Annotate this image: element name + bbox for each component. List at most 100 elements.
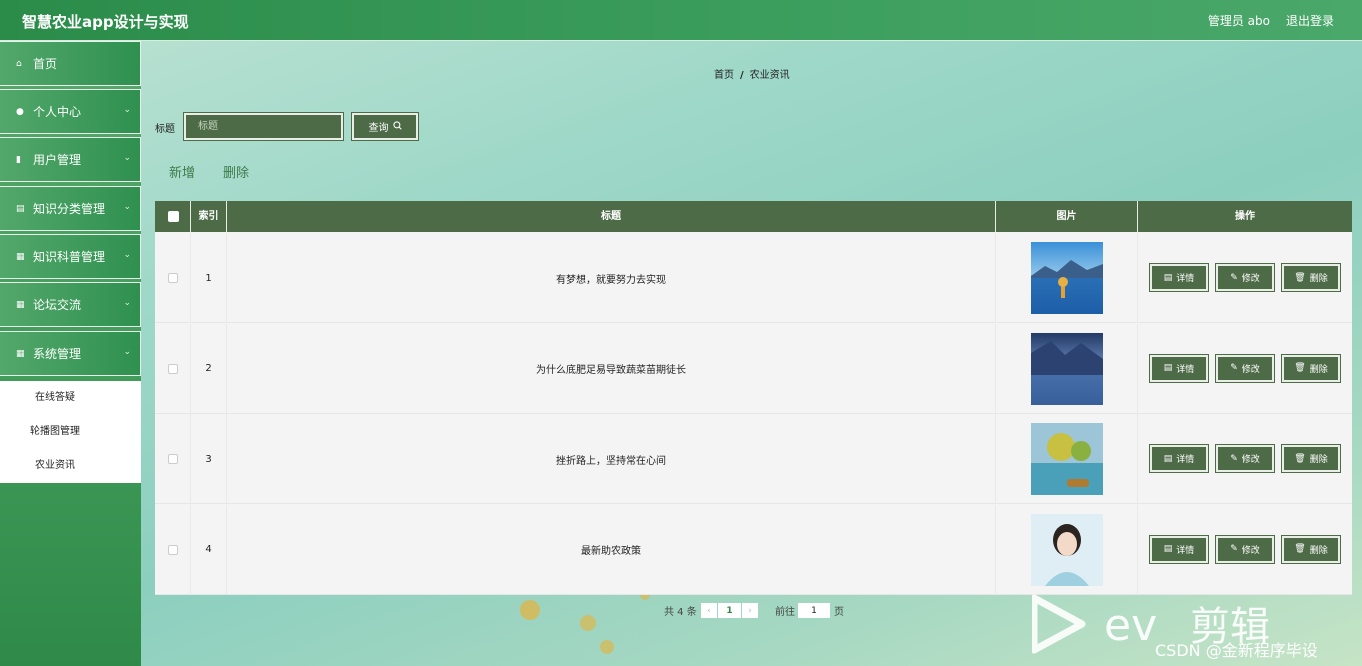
edit-button[interactable]: ✎ 修改	[1215, 353, 1275, 383]
select-all-checkbox[interactable]	[168, 211, 179, 222]
row-actions-cell: ▤ 详情 ✎ 修改 🗑 删除	[1138, 414, 1352, 504]
row-index: 3	[191, 414, 227, 504]
delete-label: 删除	[1309, 364, 1328, 375]
delete-button[interactable]: 🗑 删除	[1281, 444, 1341, 473]
prev-page-button[interactable]: ‹	[701, 603, 717, 618]
detail-button[interactable]: ▤ 详情	[1149, 263, 1209, 292]
document-icon: ▤	[1163, 272, 1173, 283]
chevron-right-icon: ›	[748, 605, 752, 616]
delete-button[interactable]: 🗑 删除	[1281, 534, 1341, 564]
clipboard-icon: ▤	[16, 203, 25, 214]
user-icon: ●	[16, 106, 24, 117]
sidebar-item-3[interactable]: ▤ 知识分类管理 ⌄	[0, 186, 141, 231]
detail-label: 详情	[1176, 455, 1195, 465]
header-select-cell	[155, 201, 191, 232]
sidebar-item-label: 用户管理	[33, 153, 82, 167]
trash-icon: 🗑	[1294, 544, 1306, 554]
pagination-total: 共 4 条	[664, 607, 697, 618]
row-select-cell	[155, 233, 191, 323]
sidebar-item-6[interactable]: ▦ 系统管理 ⌄	[0, 331, 141, 376]
row-index: 1	[191, 233, 227, 323]
search-label: 标题	[155, 124, 175, 135]
chevron-left-icon: ‹	[707, 605, 711, 616]
document-icon: ▤	[1163, 453, 1173, 464]
apps-icon: ▦	[16, 348, 25, 359]
edit-label: 修改	[1241, 364, 1260, 375]
grid-icon: ▦	[16, 251, 25, 262]
header-actions: 操作	[1235, 211, 1255, 222]
row-checkbox[interactable]	[167, 363, 178, 374]
sidebar-item-0[interactable]: ⌂ 首页	[0, 41, 141, 86]
row-index: 2	[191, 323, 227, 414]
delete-label: 删除	[1309, 274, 1328, 284]
row-image	[996, 323, 1138, 414]
row-select-cell	[155, 504, 191, 595]
table-row: 4 最新助农政策 ▤ 详情 ✎ 修改 🗑 删除	[155, 504, 1352, 595]
detail-label: 详情	[1176, 274, 1195, 284]
sidebar-item-1[interactable]: ● 个人中心 ⌄	[0, 89, 141, 134]
sidebar-item-label: 个人中心	[33, 105, 82, 119]
delete-button[interactable]: 🗑 删除	[1281, 353, 1341, 383]
edit-icon: ✎	[1230, 544, 1238, 554]
submenu-item-qa[interactable]: 在线答疑	[0, 383, 141, 413]
row-actions-cell: ▤ 详情 ✎ 修改 🗑 删除	[1138, 505, 1352, 595]
header-index: 索引	[191, 201, 227, 232]
table-header: 索引 标题 图片 操作	[155, 201, 1352, 232]
search-input[interactable]	[183, 112, 344, 141]
submenu-item-carousel[interactable]: 轮播图管理	[0, 417, 141, 447]
chevron-down-icon: ⌄	[123, 347, 131, 357]
query-button-label: 查询	[368, 123, 389, 134]
detail-label: 详情	[1176, 364, 1195, 375]
edit-button[interactable]: ✎ 修改	[1215, 263, 1275, 292]
goto-label: 前往	[775, 607, 795, 618]
chevron-down-icon: ⌄	[123, 105, 131, 115]
sidebar-item-2[interactable]: ▮ 用户管理 ⌄	[0, 137, 141, 182]
detail-button[interactable]: ▤ 详情	[1149, 353, 1209, 383]
submenu-item-news[interactable]: 农业资讯	[0, 451, 141, 481]
add-button[interactable]: 新增	[169, 162, 195, 181]
sidebar-item-5[interactable]: ▦ 论坛交流 ⌄	[0, 282, 141, 327]
row-checkbox[interactable]	[167, 454, 178, 464]
user-manage-icon: ▮	[16, 154, 21, 165]
bulk-delete-button[interactable]: 删除	[223, 162, 249, 181]
detail-button[interactable]: ▤ 详情	[1149, 444, 1209, 473]
data-table: 索引 标题 图片 操作 1 有梦想，就要努力去实现 ▤ 详情 ✎ 修改 🗑 删除 2 为什么底肥足…	[155, 201, 1352, 595]
document-icon: ▤	[1163, 544, 1173, 554]
edit-button[interactable]: ✎ 修改	[1215, 444, 1275, 473]
detail-button[interactable]: ▤ 详情	[1149, 534, 1209, 564]
table-row: 3 挫折路上，坚持常在心间 ▤ 详情 ✎ 修改 🗑 删除	[155, 414, 1352, 504]
sidebar-item-label: 论坛交流	[33, 298, 82, 312]
logout-link[interactable]: 退出登录	[1286, 12, 1334, 29]
grid-icon: ▦	[16, 299, 25, 310]
delete-label: 删除	[1309, 545, 1328, 556]
row-title: 最新助农政策	[227, 504, 996, 595]
edit-label: 修改	[1241, 545, 1260, 556]
row-title: 挫折路上，坚持常在心间	[227, 414, 996, 504]
row-checkbox[interactable]	[167, 544, 178, 555]
home-icon: ⌂	[16, 58, 22, 69]
row-image	[996, 233, 1138, 323]
sidebar-item-4[interactable]: ▦ 知识科普管理 ⌄	[0, 234, 141, 279]
edit-label: 修改	[1241, 274, 1260, 284]
row-checkbox[interactable]	[167, 273, 178, 283]
edit-label: 修改	[1241, 455, 1260, 465]
header-image: 图片	[996, 201, 1138, 232]
next-page-button[interactable]: ›	[742, 603, 758, 618]
search-icon	[392, 120, 402, 133]
table-row: 2 为什么底肥足易导致蔬菜苗期徒长 ▤ 详情 ✎ 修改 🗑 删除	[155, 323, 1352, 414]
app-title: 智慧农业app设计与实现	[22, 13, 189, 31]
breadcrumb-home[interactable]: 首页	[714, 70, 734, 81]
sidebar-item-label: 系统管理	[33, 347, 82, 361]
row-index: 4	[191, 504, 227, 595]
delete-label: 删除	[1309, 455, 1328, 465]
edit-icon: ✎	[1230, 363, 1238, 373]
page-suffix: 页	[834, 607, 844, 618]
edit-button[interactable]: ✎ 修改	[1215, 534, 1275, 564]
goto-page-input[interactable]: 1	[798, 603, 830, 618]
row-actions-cell: ▤ 详情 ✎ 修改 🗑 删除	[1138, 324, 1352, 414]
delete-button[interactable]: 🗑 删除	[1281, 263, 1341, 292]
chevron-down-icon: ⌄	[123, 250, 131, 260]
sidebar-submenu: 在线答疑 轮播图管理 农业资讯	[0, 381, 141, 483]
page-number-current[interactable]: 1	[718, 603, 741, 618]
query-button[interactable]: 查询	[351, 112, 419, 141]
